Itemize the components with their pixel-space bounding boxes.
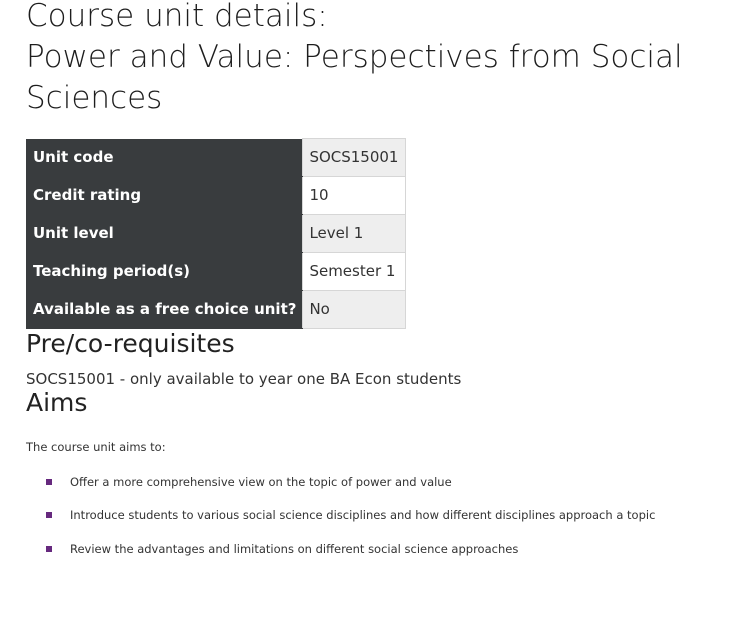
table-row: Unit code SOCS15001: [26, 138, 407, 177]
square-bullet-icon: [46, 512, 52, 518]
page-title-line-2: Power and Value: Perspectives from Socia…: [26, 39, 683, 75]
aims-heading: Aims: [26, 387, 88, 417]
row-label-teaching-period: Teaching period(s): [26, 252, 303, 291]
row-value-unit-code: SOCS15001: [302, 138, 407, 177]
row-label-free-choice: Available as a free choice unit?: [26, 290, 303, 329]
table-row: Unit level Level 1: [26, 213, 407, 253]
page-title-line-3: Sciences: [26, 80, 163, 116]
aim-text: Offer a more comprehensive view on the t…: [70, 474, 452, 489]
aims-list: Offer a more comprehensive view on the t…: [26, 474, 743, 575]
list-item: Introduce students to various social sci…: [46, 507, 743, 541]
table-row: Available as a free choice unit? No: [26, 289, 407, 329]
list-item: Review the advantages and limitations on…: [46, 541, 743, 575]
prerequisites-heading: Pre/co-requisites: [26, 328, 235, 358]
table-row: Teaching period(s) Semester 1: [26, 251, 407, 291]
aim-text: Introduce students to various social sci…: [70, 508, 656, 522]
unit-details-table: Unit code SOCS15001 Credit rating 10 Uni…: [26, 138, 407, 329]
table-row: Credit rating 10: [26, 175, 407, 215]
list-item: Offer a more comprehensive view on the t…: [46, 474, 743, 508]
page-title: Course unit details: Power and Value: Pe…: [26, 0, 743, 119]
row-label-unit-level: Unit level: [26, 214, 303, 253]
row-value-teaching-period: Semester 1: [302, 251, 407, 291]
prerequisites-text: SOCS15001 - only available to year one B…: [26, 369, 462, 388]
square-bullet-icon: [46, 478, 52, 485]
row-label-credit-rating: Credit rating: [26, 176, 303, 215]
row-value-free-choice: No: [302, 289, 407, 329]
square-bullet-icon: [46, 545, 52, 552]
row-value-credit-rating: 10: [302, 175, 407, 215]
aims-intro: The course unit aims to:: [26, 439, 166, 454]
row-value-unit-level: Level 1: [302, 213, 407, 253]
aim-text: Review the advantages and limitations on…: [70, 541, 519, 556]
page-title-line-1: Course unit details:: [26, 0, 328, 34]
course-unit-page: Course unit details: Power and Value: Pe…: [0, 0, 743, 574]
row-label-unit-code: Unit code: [26, 138, 303, 177]
